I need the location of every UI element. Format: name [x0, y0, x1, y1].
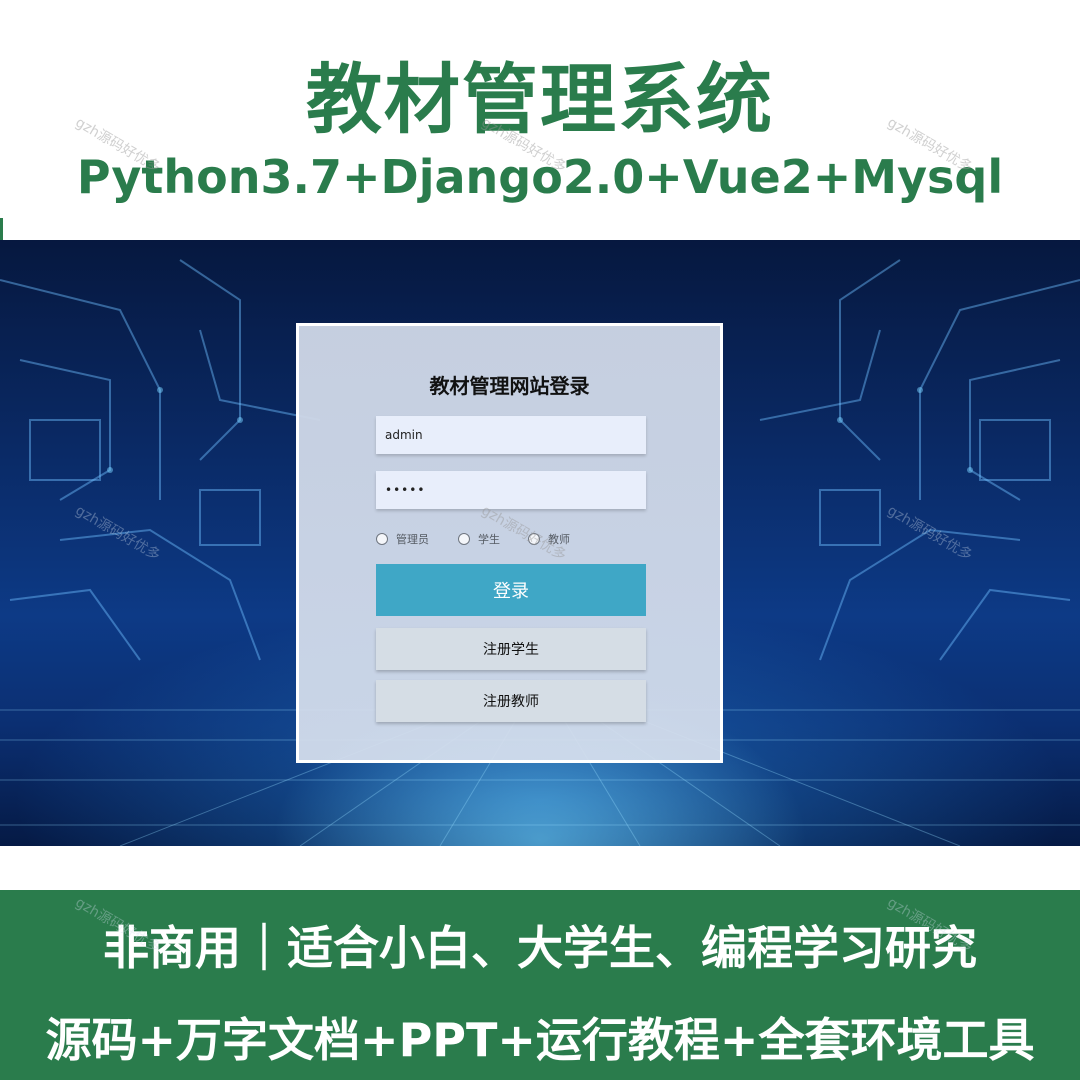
- slogan-line-1: 非商用｜适合小白、大学生、编程学习研究: [103, 921, 977, 975]
- role-label-teacher: 教师: [548, 533, 570, 546]
- role-option-admin[interactable]: 管理员: [376, 531, 429, 547]
- role-option-student[interactable]: 学生: [458, 531, 500, 547]
- divider-tick: [0, 218, 3, 240]
- login-button[interactable]: 登录: [376, 564, 646, 616]
- role-option-teacher[interactable]: 教师: [528, 531, 570, 547]
- top-banner: 教材管理系统 Python3.7+Django2.0+Vue2+Mysql: [0, 0, 1080, 240]
- username-input[interactable]: [376, 416, 646, 454]
- role-selector: 管理员 学生 教师: [376, 531, 646, 547]
- radio-student[interactable]: [458, 533, 470, 545]
- password-input[interactable]: [376, 471, 646, 509]
- role-label-admin: 管理员: [396, 533, 429, 546]
- login-card: 教材管理网站登录 管理员 学生 教师 登录 注册学生 注册教师: [296, 323, 723, 763]
- main-title: 教材管理系统: [306, 55, 774, 144]
- radio-admin[interactable]: [376, 533, 388, 545]
- login-page-screenshot: 教材管理网站登录 管理员 学生 教师 登录 注册学生 注册教师: [0, 240, 1080, 846]
- role-label-student: 学生: [478, 533, 500, 546]
- slogan-line-2: 源码+万字文档+PPT+运行教程+全套环境工具: [45, 1013, 1035, 1067]
- register-teacher-button[interactable]: 注册教师: [376, 680, 646, 722]
- bottom-banner: 非商用｜适合小白、大学生、编程学习研究 源码+万字文档+PPT+运行教程+全套环…: [0, 890, 1080, 1080]
- tech-stack-subtitle: Python3.7+Django2.0+Vue2+Mysql: [76, 150, 1004, 204]
- register-student-button[interactable]: 注册学生: [376, 628, 646, 670]
- login-title: 教材管理网站登录: [429, 374, 590, 398]
- radio-teacher[interactable]: [528, 533, 540, 545]
